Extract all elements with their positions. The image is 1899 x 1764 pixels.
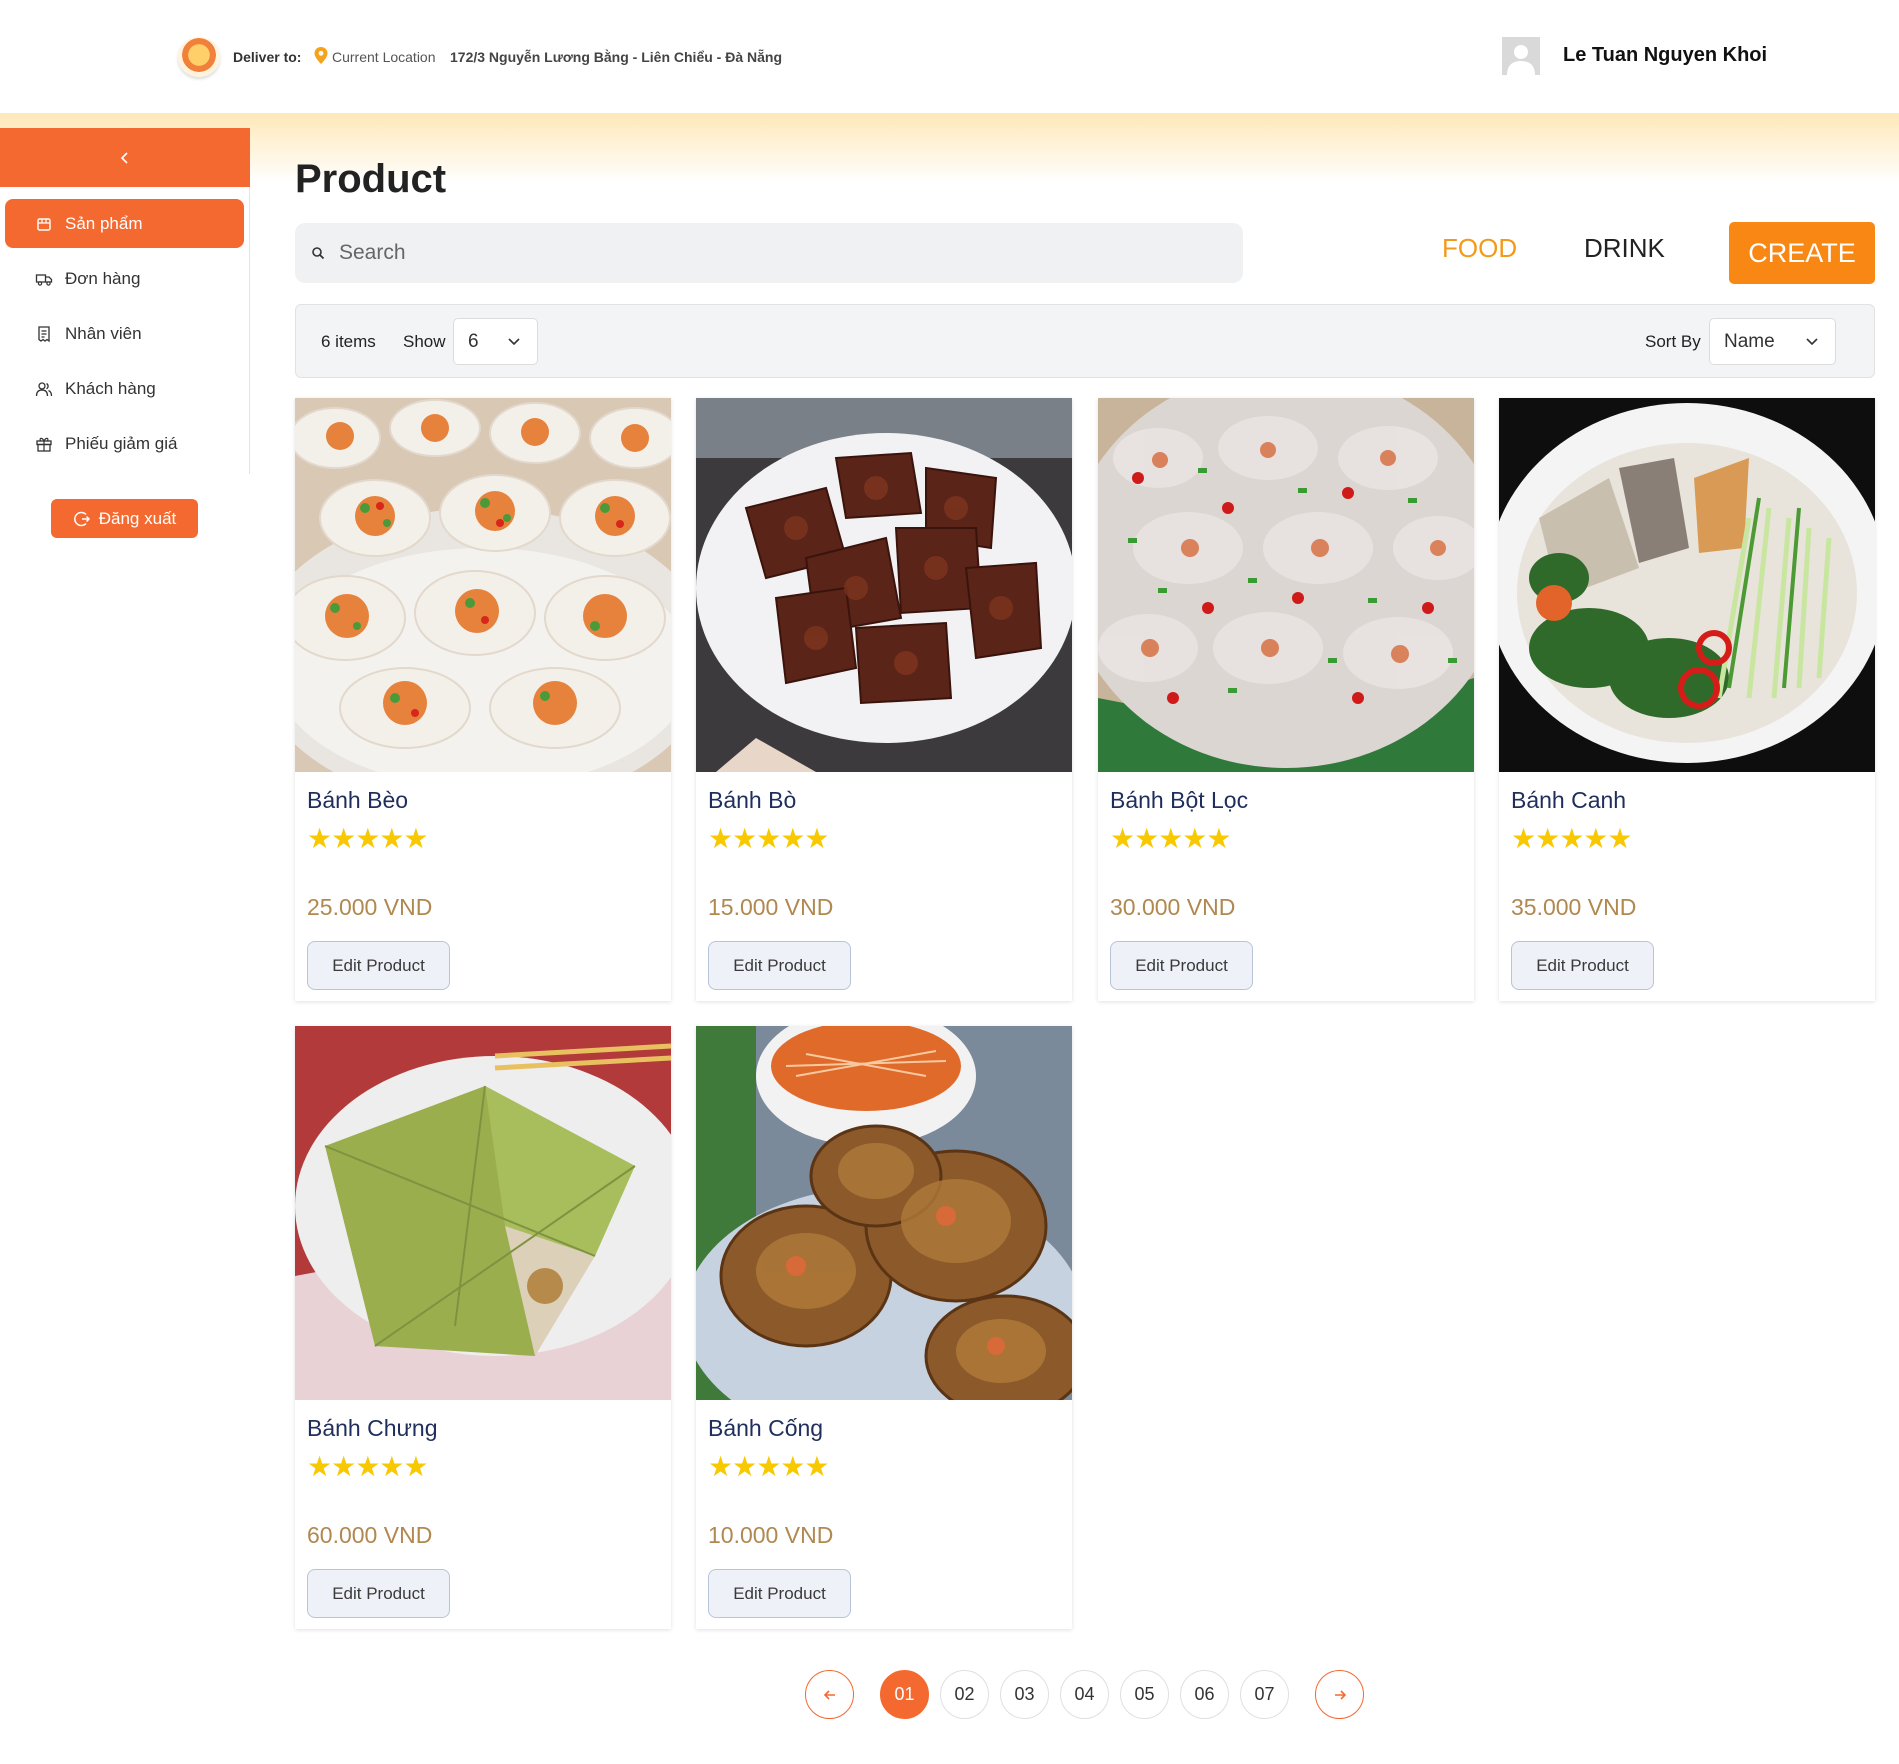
delivery-address[interactable]: 172/3 Nguyễn Lương Bằng - Liên Chiểu - Đ…: [450, 49, 782, 65]
create-button[interactable]: CREATE: [1729, 222, 1875, 284]
rating-stars: ★★★★★: [1110, 823, 1232, 854]
chevron-down-icon: [1806, 338, 1818, 346]
product-card[interactable]: Bánh Bò ★★★★★ 15.000 VND Edit Product: [696, 398, 1072, 1001]
edit-product-button[interactable]: Edit Product: [708, 941, 851, 990]
tab-food[interactable]: FOOD: [1442, 233, 1517, 264]
edit-product-button[interactable]: Edit Product: [307, 1569, 450, 1618]
product-price: 15.000 VND: [708, 894, 834, 920]
filter-bar: 6 items Show 6 Sort By Name: [295, 304, 1875, 378]
search-icon: [312, 247, 325, 260]
next-page-button[interactable]: [1315, 1670, 1364, 1719]
sidebar-collapse-button[interactable]: [0, 128, 250, 187]
rating-stars: ★★★★★: [708, 823, 830, 854]
sidebar-item-vouchers[interactable]: Phiếu giảm giá: [5, 419, 244, 468]
sidebar-item-label: Khách hàng: [65, 378, 156, 398]
rating-stars: ★★★★★: [307, 1451, 429, 1482]
edit-product-button[interactable]: Edit Product: [708, 1569, 851, 1618]
sidebar-item-label: Đơn hàng: [65, 268, 141, 288]
page-button-03[interactable]: 03: [1000, 1670, 1049, 1719]
product-price: 25.000 VND: [307, 894, 433, 920]
item-count: 6 items: [321, 332, 376, 351]
rating-stars: ★★★★★: [708, 1451, 830, 1482]
product-price: 60.000 VND: [307, 1522, 433, 1548]
product-name: Bánh Chưng: [307, 1415, 438, 1441]
product-image[interactable]: [696, 1026, 1072, 1400]
page-button-06[interactable]: 06: [1180, 1670, 1229, 1719]
product-name: Bánh Bột Lọc: [1110, 787, 1249, 813]
sidebar: Sản phẩm Đơn hàng Nhân viên Khách hàng P…: [0, 128, 250, 474]
product-image[interactable]: [1098, 398, 1474, 772]
product-name: Bánh Bò: [708, 787, 797, 813]
show-label: Show: [403, 332, 446, 351]
edit-product-button[interactable]: Edit Product: [1511, 941, 1654, 990]
tab-drink[interactable]: DRINK: [1584, 233, 1665, 264]
product-card[interactable]: Bánh Bột Lọc ★★★★★ 30.000 VND Edit Produ…: [1098, 398, 1474, 1001]
page-button-05[interactable]: 05: [1120, 1670, 1169, 1719]
chevron-down-icon: [508, 338, 520, 346]
page-button-07[interactable]: 07: [1240, 1670, 1289, 1719]
product-price: 30.000 VND: [1110, 894, 1236, 920]
sidebar-item-staff[interactable]: Nhân viên: [5, 309, 244, 358]
prev-page-button[interactable]: [805, 1670, 854, 1719]
product-name: Bánh Bèo: [307, 787, 409, 813]
search-bar: [295, 223, 1243, 283]
sidebar-item-customers[interactable]: Khách hàng: [5, 364, 244, 413]
header-gradient: [0, 113, 1899, 183]
sidebar-item-orders[interactable]: Đơn hàng: [5, 254, 244, 303]
product-card[interactable]: Bánh Canh ★★★★★ 35.000 VND Edit Product: [1499, 398, 1875, 1001]
users-icon: [35, 380, 53, 398]
product-price: 35.000 VND: [1511, 894, 1637, 920]
product-card[interactable]: Bánh Chưng ★★★★★ 60.000 VND Edit Product: [295, 1026, 671, 1629]
page-button-01[interactable]: 01: [880, 1670, 929, 1719]
product-price: 10.000 VND: [708, 1522, 834, 1548]
edit-product-button[interactable]: Edit Product: [1110, 941, 1253, 990]
product-image[interactable]: [696, 398, 1072, 772]
gift-icon: [35, 435, 53, 453]
app-logo[interactable]: [178, 37, 220, 77]
truck-icon: [35, 270, 53, 288]
page-title: Product: [295, 157, 447, 201]
deliver-label: Deliver to:: [233, 49, 302, 65]
sidebar-item-products[interactable]: Sản phẩm: [5, 199, 244, 248]
sidebar-item-label: Nhân viên: [65, 323, 142, 343]
logout-icon: [73, 511, 90, 526]
product-image[interactable]: [295, 398, 671, 772]
show-count-select[interactable]: 6: [453, 318, 538, 365]
arrow-left-icon: [823, 1689, 835, 1700]
product-name: Bánh Cống: [708, 1415, 824, 1441]
user-avatar[interactable]: [1502, 37, 1540, 75]
chevron-left-icon: [120, 151, 128, 164]
product-card[interactable]: Bánh Bèo ★★★★★ 25.000 VND Edit Product: [295, 398, 671, 1001]
top-header: Deliver to: Current Location 172/3 Nguyễ…: [0, 0, 1899, 113]
logout-label: Đăng xuất: [98, 508, 177, 528]
box-icon: [35, 215, 53, 233]
sort-select[interactable]: Name: [1709, 318, 1836, 365]
page: Deliver to: Current Location 172/3 Nguyễ…: [0, 0, 1899, 1764]
sidebar-item-label: Phiếu giảm giá: [65, 433, 178, 453]
page-button-04[interactable]: 04: [1060, 1670, 1109, 1719]
product-name: Bánh Canh: [1511, 787, 1627, 813]
sort-label: Sort By: [1645, 332, 1701, 351]
arrow-right-icon: [1334, 1689, 1346, 1700]
search-input[interactable]: [339, 241, 1219, 265]
page-button-02[interactable]: 02: [940, 1670, 989, 1719]
show-count-value: 6: [468, 330, 479, 352]
rating-stars: ★★★★★: [1511, 823, 1633, 854]
edit-product-button[interactable]: Edit Product: [307, 941, 450, 990]
current-location-label: Current Location: [332, 49, 436, 65]
rating-stars: ★★★★★: [307, 823, 429, 854]
location-pin-icon: [314, 47, 328, 64]
product-image[interactable]: [295, 1026, 671, 1400]
user-avatar-icon: [1502, 37, 1540, 75]
sort-value: Name: [1724, 330, 1775, 352]
receipt-icon: [35, 325, 53, 343]
user-name[interactable]: Le Tuan Nguyen Khoi: [1563, 44, 1767, 67]
logout-button[interactable]: Đăng xuất: [51, 499, 198, 538]
product-card[interactable]: Bánh Cống ★★★★★ 10.000 VND Edit Product: [696, 1026, 1072, 1629]
sidebar-item-label: Sản phẩm: [65, 213, 143, 233]
product-image[interactable]: [1499, 398, 1875, 772]
